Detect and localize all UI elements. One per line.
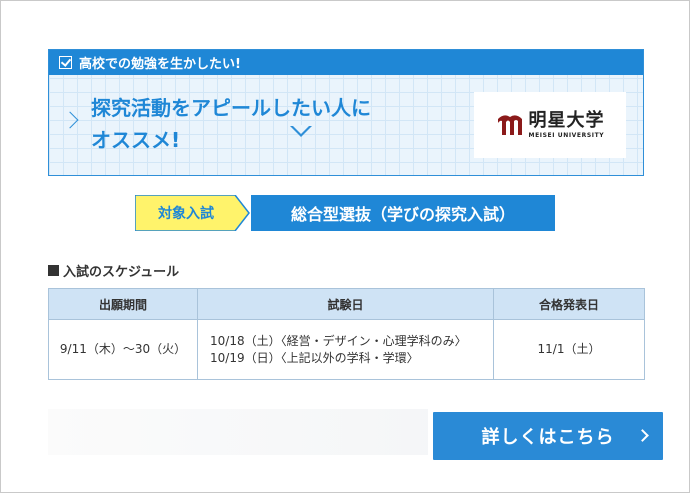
card-title-line2: オススメ! (91, 128, 181, 152)
application-period: 9/11（木）〜30（火） (48, 319, 198, 380)
details-button-label: 詳しくはこちら (481, 427, 615, 448)
exam-dates: 10/18（土）〈経営・デザイン・心理学科のみ〉 10/19（日）〈上記以外の学… (197, 319, 494, 380)
schedule-title-text: 入試のスケジュール (63, 265, 180, 280)
banner-frame: 高校での勉強を生かしたい! 探究活動をアピールしたい人に オススメ! 明星大学 … (0, 0, 690, 493)
schedule-table: 出願期間 試験日 合格発表日 9/11（木）〜30（火） 10/18（土）〈経営… (48, 288, 645, 380)
check-icon (59, 56, 72, 69)
exam-date-2: 10/19（日）〈上記以外の学科・学環〉 (210, 350, 419, 365)
university-name-en: MEISEI UNIVERSITY (528, 131, 605, 139)
target-label: 対象入試 (158, 206, 214, 222)
cta-chevron-icon (636, 429, 649, 442)
university-emblem-icon (497, 115, 522, 135)
square-bullet-icon (48, 265, 59, 276)
table-row: 9/11（木）〜30（火） 10/18（土）〈経営・デザイン・心理学科のみ〉 1… (48, 319, 645, 380)
admission-type: 総合型選抜（学びの探究入試） (251, 195, 555, 231)
schedule-title: 入試のスケジュール (48, 261, 179, 280)
chevron-right-icon (61, 111, 79, 129)
details-button[interactable]: 詳しくはこちら (433, 412, 663, 460)
exam-date-1: 10/18（土）〈経営・デザイン・心理学科のみ〉 (210, 333, 467, 348)
header-application: 出願期間 (48, 288, 198, 320)
footer-strip (48, 409, 428, 455)
university-name: 明星大学 (528, 109, 605, 131)
schedule-header-row: 出願期間 試験日 合格発表日 (48, 288, 645, 320)
university-logo: 明星大学 MEISEI UNIVERSITY (474, 92, 626, 158)
card-title-line1: 探究活動をアピールしたい人に (91, 96, 371, 120)
card-header-text: 高校での勉強を生かしたい! (79, 57, 241, 72)
recommend-card: 高校での勉強を生かしたい! 探究活動をアピールしたい人に オススメ! 明星大学 … (48, 49, 644, 176)
card-header: 高校での勉強を生かしたい! (49, 50, 643, 75)
header-result-date: 合格発表日 (493, 288, 645, 320)
target-tag: 対象入試 (135, 195, 250, 231)
card-pointer-fill (292, 125, 310, 134)
header-exam-date: 試験日 (197, 288, 494, 320)
result-date: 11/1（土） (493, 319, 645, 380)
card-title: 探究活動をアピールしたい人に オススメ! (91, 92, 421, 156)
